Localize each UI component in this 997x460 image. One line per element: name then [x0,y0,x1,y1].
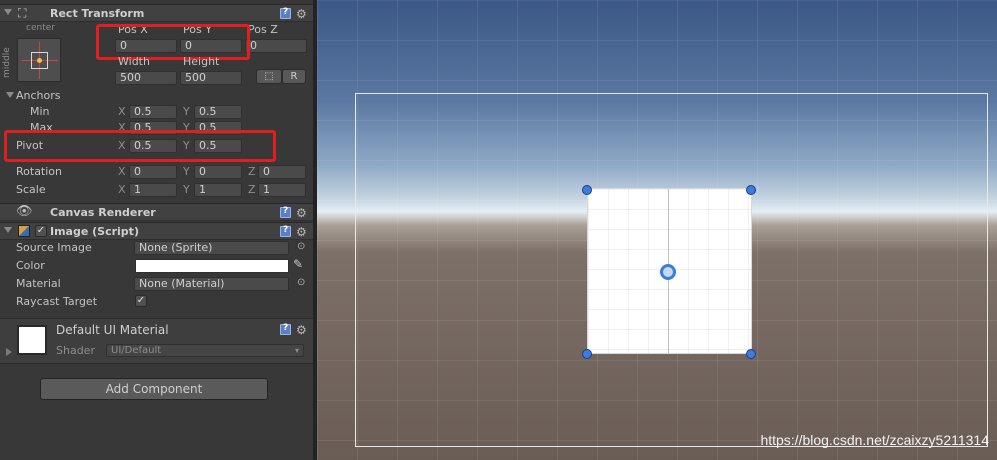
axis-y-label: Y [183,183,190,196]
anchor-preset-button[interactable] [17,38,61,82]
canvas-renderer-header[interactable]: 👁 Canvas Renderer ⚙ [0,203,313,221]
pos-z-label: Pos Z [248,23,278,36]
material-thumbnail [17,325,47,355]
anchor-dot [37,58,42,63]
corner-handle-top-right[interactable] [746,185,756,195]
object-picker-icon[interactable]: ⊙ [297,277,305,288]
height-label: Height [183,55,220,68]
gear-icon[interactable]: ⚙ [296,324,307,336]
anchor-preset-horizontal: center [26,23,55,33]
rotation-y-field[interactable]: 0 [194,165,242,179]
object-picker-icon[interactable]: ⊙ [297,241,305,252]
component-title: Image (Script) [50,225,139,238]
component-enabled-checkbox[interactable]: ✓ [35,225,47,237]
material-foldout-icon[interactable] [6,348,12,356]
corner-handle-bottom-right[interactable] [746,349,756,359]
axis-z-label: Z [248,165,256,178]
axis-y-label: Y [183,105,190,118]
axis-y-label: Y [183,165,190,178]
raycast-target-checkbox[interactable]: ✓ [135,295,147,307]
component-title: Canvas Renderer [50,206,156,219]
dropdown-arrow-icon: ▾ [294,346,299,355]
blueprint-mode-button[interactable]: ⬚ [256,69,282,84]
rotation-label: Rotation [16,165,63,178]
rotation-x-field[interactable]: 0 [129,165,177,179]
width-label: Width [118,55,150,68]
help-book-icon[interactable] [280,206,291,218]
height-field[interactable]: 500 [180,71,242,85]
inspector-panel: ⛶ Rect Transform ⚙ center middle Pos X P… [0,0,313,460]
component-title: Rect Transform [50,7,145,20]
raycast-target-label: Raycast Target [16,295,98,308]
rotation-z-field[interactable]: 0 [258,165,306,179]
gear-icon[interactable]: ⚙ [296,207,307,219]
eye-icon: 👁 [16,204,33,219]
shader-dropdown[interactable]: UI/Default ▾ [106,344,304,357]
anchor-preset-vertical: middle [2,47,12,78]
image-script-header[interactable]: ✓ Image (Script) ⚙ [0,222,313,240]
anchor-min-label: Min [30,105,50,118]
material-field[interactable]: None (Material) [134,277,289,291]
pos-z-field[interactable]: 0 [245,39,307,53]
scale-label: Scale [16,183,46,196]
anchor-min-x-field[interactable]: 0.5 [129,105,177,119]
corner-handle-bottom-left[interactable] [582,349,592,359]
highlight-pivot-box [4,130,276,162]
shader-value: UI/Default [111,345,162,356]
rect-transform-header[interactable]: ⛶ Rect Transform ⚙ [0,4,313,22]
scale-y-field[interactable]: 1 [194,183,242,197]
add-component-button[interactable]: Add Component [40,378,268,400]
gear-icon[interactable]: ⚙ [296,226,307,238]
anchors-foldout-icon[interactable] [6,92,14,98]
color-label: Color [16,259,45,272]
help-book-icon[interactable] [280,323,291,335]
raw-edit-button[interactable]: R [282,69,306,84]
rect-transform-icon: ⛶ [18,6,27,20]
gear-icon[interactable]: ⚙ [296,8,307,20]
help-book-icon[interactable] [280,225,291,237]
scale-x-field[interactable]: 1 [129,183,177,197]
axis-x-label: X [118,105,126,118]
material-name: Default UI Material [56,323,169,337]
source-image-field[interactable]: None (Sprite) [134,241,289,255]
foldout-arrow-icon[interactable] [4,9,12,15]
anchor-min-y-field[interactable]: 0.5 [194,105,242,119]
anchors-label[interactable]: Anchors [16,89,61,102]
image-component-icon [18,225,30,237]
pivot-handle[interactable] [660,264,676,280]
shader-label: Shader [56,344,95,357]
help-book-icon[interactable] [280,7,291,19]
scale-z-field[interactable]: 1 [258,183,306,197]
source-image-label: Source Image [16,241,92,254]
color-swatch[interactable] [135,259,289,273]
scene-view[interactable]: https://blog.csdn.net/zcaixzy5211314 [317,0,997,460]
axis-z-label: Z [248,183,256,196]
axis-x-label: X [118,165,126,178]
axis-x-label: X [118,183,126,196]
watermark: https://blog.csdn.net/zcaixzy5211314 [760,432,989,448]
eyedropper-icon[interactable]: ✎ [293,257,303,271]
width-field[interactable]: 500 [115,71,177,85]
corner-handle-top-left[interactable] [582,185,592,195]
material-label: Material [16,277,61,290]
foldout-arrow-icon[interactable] [4,227,12,233]
